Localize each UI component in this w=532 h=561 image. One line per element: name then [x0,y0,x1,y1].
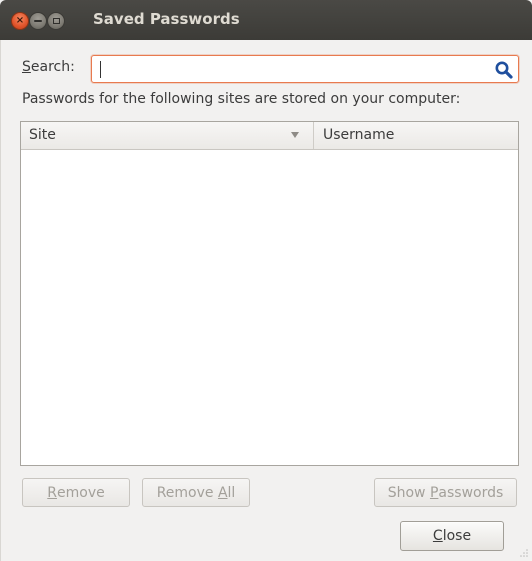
search-field[interactable] [91,55,519,83]
column-header-site-label: Site [29,127,56,143]
close-button-text: lose [442,528,472,544]
window-title: Saved Passwords [93,10,240,28]
search-input[interactable] [98,59,478,79]
minimize-icon [34,20,42,22]
saved-passwords-window: × Saved Passwords Search: Passwords for … [0,0,532,561]
close-window-button[interactable]: × [11,12,29,30]
search-label-text: earch: [30,59,75,75]
remove-all-button-mnemonic: A [217,484,228,501]
remove-all-button-text-end: ll [227,484,236,501]
maximize-icon [52,18,60,24]
close-icon: × [15,15,25,26]
close-button-mnemonic: C [432,528,443,544]
remove-all-button[interactable]: Remove All [142,478,250,507]
passwords-table[interactable]: Site Username [20,121,519,466]
sort-descending-icon [291,132,299,138]
search-label-mnemonic: S [22,59,31,75]
remove-button[interactable]: Remove [22,478,130,507]
column-header-username-label: Username [323,127,395,143]
minimize-window-button[interactable] [29,12,47,30]
maximize-window-button[interactable] [47,12,65,30]
search-icon[interactable] [494,60,514,80]
titlebar[interactable]: × Saved Passwords [0,0,532,40]
table-header: Site Username [21,122,518,150]
show-passwords-button-text-start: Show [387,484,430,501]
close-button[interactable]: Close [400,521,504,551]
show-passwords-button-mnemonic: P [429,484,439,501]
search-label: Search: [22,59,75,75]
remove-all-button-text-start: Remove [156,484,218,501]
text-cursor [100,61,101,78]
resize-grip-icon[interactable] [519,548,529,558]
show-passwords-button-text-end: asswords [438,484,504,501]
remove-button-text: emove [57,484,105,501]
window-edge [0,40,1,561]
show-passwords-button[interactable]: Show Passwords [374,478,517,507]
description-text: Passwords for the following sites are st… [22,91,461,107]
remove-button-mnemonic: R [47,484,57,501]
column-header-site[interactable]: Site [21,122,314,149]
